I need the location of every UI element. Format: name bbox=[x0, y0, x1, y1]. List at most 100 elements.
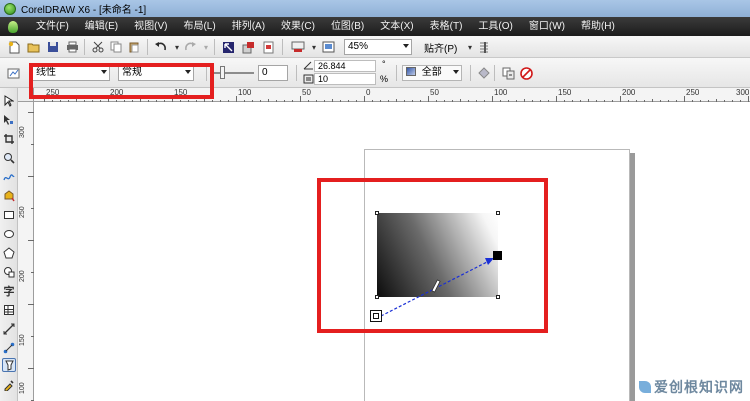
connector-tool-icon[interactable] bbox=[2, 341, 16, 355]
publish-pdf-icon[interactable] bbox=[260, 39, 276, 55]
ruler-label: 250 bbox=[686, 88, 700, 97]
ruler-label: 300 bbox=[736, 88, 750, 97]
crop-tool-icon[interactable] bbox=[2, 132, 16, 146]
angle-value: 26.844 bbox=[318, 61, 346, 71]
fill-presets-icon[interactable] bbox=[6, 65, 22, 81]
export-icon[interactable] bbox=[240, 39, 256, 55]
shape-tool-icon[interactable] bbox=[2, 113, 16, 127]
eyedropper-tool-icon[interactable] bbox=[2, 378, 16, 392]
toolbar-separator bbox=[296, 65, 297, 81]
standard-toolbar: ▾ ▾ ▾ 45% 贴齐(P) ▾ bbox=[0, 36, 750, 58]
smart-fill-tool-icon[interactable] bbox=[2, 189, 16, 203]
vertical-ruler[interactable]: 300 250 200 150 100 bbox=[18, 102, 34, 401]
options-icon[interactable] bbox=[476, 39, 492, 55]
angle-field[interactable]: 26.844 bbox=[314, 60, 376, 72]
menu-arrange[interactable]: 排列(A) bbox=[224, 17, 273, 36]
menu-view[interactable]: 视图(V) bbox=[126, 17, 175, 36]
polygon-tool-icon[interactable] bbox=[2, 246, 16, 260]
chevron-down-icon bbox=[453, 70, 459, 74]
zoom-level-value: 45% bbox=[348, 41, 369, 52]
pick-tool-icon[interactable] bbox=[2, 94, 16, 108]
open-folder-icon[interactable] bbox=[26, 39, 42, 55]
menu-effects[interactable]: 效果(C) bbox=[273, 17, 323, 36]
coreldraw-app-icon bbox=[4, 2, 16, 15]
scope-swatch-icon bbox=[406, 67, 416, 76]
site-watermark: 爱创根知识网 bbox=[639, 377, 744, 397]
rectangle-tool-icon[interactable] bbox=[2, 208, 16, 222]
edge-pad-value: 10 bbox=[318, 74, 329, 84]
fill-scope-value: 全部 bbox=[421, 67, 442, 78]
paste-icon[interactable] bbox=[126, 39, 142, 55]
menu-text[interactable]: 文本(X) bbox=[372, 17, 421, 36]
midpoint-slider-thumb[interactable] bbox=[220, 66, 225, 79]
canvas-highlight bbox=[317, 178, 548, 333]
edge-pad-field[interactable]: 10 bbox=[314, 73, 376, 85]
toolbar-separator bbox=[282, 39, 283, 55]
toolbar-separator bbox=[396, 65, 397, 81]
vertical-ruler-ticks bbox=[28, 112, 34, 401]
menu-layout[interactable]: 布局(L) bbox=[175, 17, 223, 36]
title-bar: CorelDRAW X6 - [未命名 -1] bbox=[0, 0, 750, 17]
import-icon[interactable] bbox=[220, 39, 236, 55]
ruler-label: 50 bbox=[302, 88, 311, 97]
ellipse-tool-icon[interactable] bbox=[2, 227, 16, 241]
basic-shapes-tool-icon[interactable] bbox=[2, 265, 16, 279]
toolbar-separator bbox=[494, 65, 495, 81]
watermark-leaf-icon bbox=[639, 381, 651, 393]
save-icon[interactable] bbox=[45, 39, 61, 55]
edge-pad-icon bbox=[302, 73, 314, 85]
ruler-label: 0 bbox=[366, 88, 371, 97]
menu-bar: 文件(F) 编辑(E) 视图(V) 布局(L) 排列(A) 效果(C) 位图(B… bbox=[0, 17, 750, 36]
ruler-label: 100 bbox=[238, 88, 252, 97]
menu-bitmaps[interactable]: 位图(B) bbox=[323, 17, 372, 36]
coreldraw-balloon-icon[interactable] bbox=[6, 20, 20, 34]
midpoint-value: 0 bbox=[262, 67, 268, 78]
menu-window[interactable]: 窗口(W) bbox=[521, 17, 573, 36]
ruler-label: 100 bbox=[19, 382, 26, 394]
ruler-label: 200 bbox=[19, 270, 26, 282]
welcome-screen-icon[interactable] bbox=[320, 39, 336, 55]
copy-fill-properties-icon[interactable] bbox=[500, 65, 516, 81]
midpoint-value-field[interactable]: 0 bbox=[258, 65, 288, 81]
toolbar-separator bbox=[214, 39, 215, 55]
interactive-fill-tool-icon[interactable] bbox=[2, 358, 16, 372]
copy-icon[interactable] bbox=[108, 39, 124, 55]
application-launcher-icon[interactable] bbox=[290, 39, 306, 55]
table-tool-icon[interactable] bbox=[2, 303, 16, 317]
clear-fill-icon[interactable] bbox=[518, 65, 534, 81]
fill-scope-combo[interactable]: 全部 bbox=[402, 65, 462, 81]
toolbar-separator bbox=[470, 65, 471, 81]
redo-icon[interactable] bbox=[182, 39, 198, 55]
ruler-label: 150 bbox=[558, 88, 572, 97]
chevron-down-icon bbox=[403, 44, 409, 48]
cut-icon[interactable] bbox=[90, 39, 106, 55]
menu-table[interactable]: 表格(T) bbox=[422, 17, 471, 36]
ruler-label: 150 bbox=[19, 334, 26, 346]
zoom-level-combo[interactable]: 45% bbox=[344, 39, 412, 55]
zoom-tool-icon[interactable] bbox=[2, 151, 16, 165]
angle-icon bbox=[302, 59, 314, 71]
ruler-label: 100 bbox=[494, 88, 508, 97]
ruler-label: 200 bbox=[622, 88, 636, 97]
fill-type-highlight bbox=[29, 63, 214, 99]
text-tool-icon[interactable]: 字 bbox=[2, 284, 16, 298]
ruler-label: 300 bbox=[19, 126, 26, 138]
add-node-icon[interactable] bbox=[476, 65, 492, 81]
ruler-label: 250 bbox=[19, 206, 26, 218]
new-document-icon[interactable] bbox=[6, 39, 22, 55]
redo-dropdown-icon[interactable]: ▾ bbox=[198, 39, 214, 55]
menu-file[interactable]: 文件(F) bbox=[28, 17, 77, 36]
undo-icon[interactable] bbox=[153, 39, 169, 55]
print-icon[interactable] bbox=[64, 39, 80, 55]
page-shadow bbox=[630, 153, 635, 401]
menu-edit[interactable]: 编辑(E) bbox=[77, 17, 126, 36]
menu-help[interactable]: 帮助(H) bbox=[573, 17, 623, 36]
degree-symbol: ° bbox=[382, 59, 386, 69]
menu-tools[interactable]: 工具(O) bbox=[470, 17, 520, 36]
ruler-label: 50 bbox=[430, 88, 439, 97]
freehand-tool-icon[interactable] bbox=[2, 170, 16, 184]
dimension-tool-icon[interactable] bbox=[2, 322, 16, 336]
window-title: CorelDRAW X6 - [未命名 -1] bbox=[21, 5, 147, 16]
percent-symbol: % bbox=[380, 74, 389, 84]
watermark-text: 爱创根知识网 bbox=[654, 379, 744, 395]
